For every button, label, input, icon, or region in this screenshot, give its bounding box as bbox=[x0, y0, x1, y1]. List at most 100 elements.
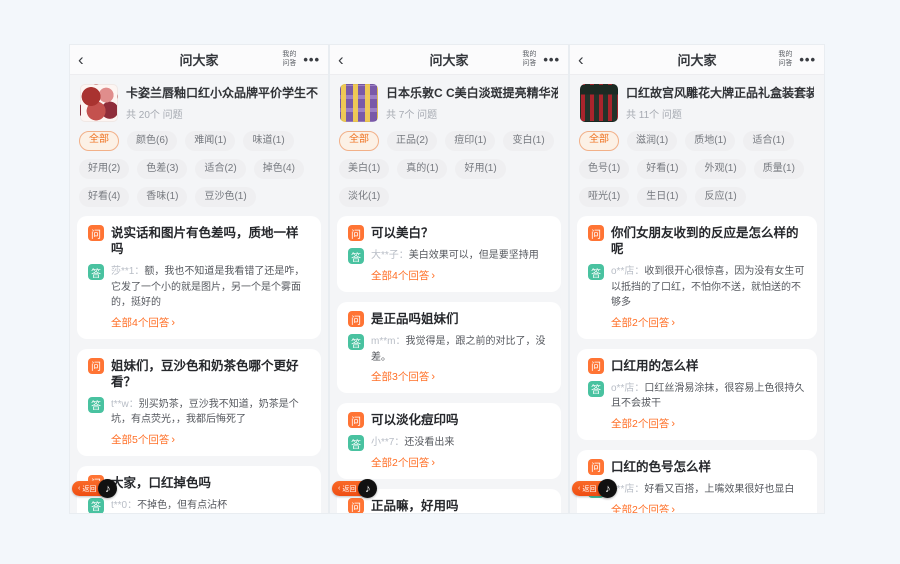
product-question-count: 共 20个 问题 bbox=[126, 106, 318, 121]
filter-tag[interactable]: 颜色(6) bbox=[127, 131, 177, 151]
filter-tag[interactable]: 哑光(1) bbox=[579, 187, 629, 207]
question-icon: 问 bbox=[88, 225, 104, 241]
filter-tag[interactable]: 生日(1) bbox=[637, 187, 687, 207]
question-card[interactable]: 问 可以淡化痘印吗 答 小**7：还没看出来 全部2个回答› bbox=[337, 403, 561, 479]
header: ‹ 问大家 我的问答 ••• bbox=[70, 45, 328, 75]
question-text: 说实话和图片有色差吗，质地一样吗 bbox=[111, 225, 310, 257]
question-card[interactable]: 问 说实话和图片有色差吗，质地一样吗 答 莎**1：额，我也不知道是我看错了还是… bbox=[77, 216, 321, 339]
qa-screen-2: ‹ 问大家 我的问答 ••• 日本乐敦C C美白淡斑提亮精华液 亮白... 共 … bbox=[330, 45, 568, 513]
chevron-right-icon: › bbox=[671, 417, 675, 431]
filter-tag[interactable]: 香味(1) bbox=[137, 187, 187, 207]
filter-tag[interactable]: 好用(1) bbox=[455, 159, 505, 179]
answer-icon: 答 bbox=[88, 264, 104, 280]
filter-tag[interactable]: 滋润(1) bbox=[627, 131, 677, 151]
my-qa-button[interactable]: 我的问答 bbox=[522, 51, 536, 69]
filter-tag-all[interactable]: 全部 bbox=[339, 131, 379, 151]
answer-text: 好看又百搭，上嘴效果很好也显白 bbox=[644, 484, 794, 495]
filter-tag-all[interactable]: 全部 bbox=[79, 131, 119, 151]
view-all-answers-link[interactable]: 全部2个回答› bbox=[611, 503, 806, 514]
view-all-answers-link[interactable]: 全部3个回答› bbox=[371, 370, 550, 384]
my-qa-button[interactable]: 我的问答 bbox=[778, 51, 792, 69]
view-all-answers-link[interactable]: 全部4个回答› bbox=[371, 269, 550, 283]
more-icon[interactable]: ••• bbox=[303, 52, 320, 67]
back-icon[interactable]: ‹ bbox=[578, 51, 584, 68]
page-title: 问大家 bbox=[179, 50, 218, 69]
question-icon: 问 bbox=[348, 498, 364, 513]
filter-tag[interactable]: 质地(1) bbox=[685, 131, 735, 151]
filter-tag[interactable]: 真的(1) bbox=[397, 159, 447, 179]
chevron-right-icon: › bbox=[171, 316, 175, 330]
question-icon: 问 bbox=[348, 225, 364, 241]
filter-tag[interactable]: 好用(2) bbox=[79, 159, 129, 179]
tiktok-return-badge[interactable]: ‹返回 ♪ bbox=[572, 479, 617, 498]
back-icon[interactable]: ‹ bbox=[78, 51, 84, 68]
product-title: 口红故宫风雕花大牌正品礼盒装套装女... bbox=[626, 84, 814, 101]
filter-tag[interactable]: 美白(1) bbox=[339, 159, 389, 179]
answer-username: t**0： bbox=[111, 500, 137, 511]
view-all-answers-link[interactable]: 全部2个回答› bbox=[371, 456, 550, 470]
question-icon: 问 bbox=[348, 311, 364, 327]
more-icon[interactable]: ••• bbox=[799, 52, 816, 67]
answer-username: 小**7： bbox=[371, 437, 404, 448]
question-card[interactable]: 问 你们女朋友收到的反应是怎么样的呢 答 o**店：收到很开心很惊喜，因为没有女… bbox=[577, 216, 817, 339]
tiktok-return-badge[interactable]: ‹返回 ♪ bbox=[332, 479, 377, 498]
question-text: 你们女朋友收到的反应是怎么样的呢 bbox=[611, 225, 806, 257]
filter-tag[interactable]: 好看(1) bbox=[637, 159, 687, 179]
filter-tag[interactable]: 外观(1) bbox=[695, 159, 745, 179]
filter-tag-all[interactable]: 全部 bbox=[579, 131, 619, 151]
filter-tag[interactable]: 质量(1) bbox=[754, 159, 804, 179]
filter-tag[interactable]: 色号(1) bbox=[579, 159, 629, 179]
answer-username: m**m： bbox=[371, 336, 405, 347]
tiktok-icon: ♪ bbox=[598, 479, 617, 498]
question-card[interactable]: 问 口红用的怎么样 答 o**店：口红丝滑易涂抹，很容易上色很持久且不会拔干 全… bbox=[577, 349, 817, 440]
filter-tag[interactable]: 痘印(1) bbox=[445, 131, 495, 151]
filter-tag[interactable]: 反应(1) bbox=[695, 187, 745, 207]
question-card[interactable]: 问 可以美白？ 答 大**子：美白效果可以，但是要坚持用 全部4个回答› bbox=[337, 216, 561, 292]
filter-tag[interactable]: 变白(1) bbox=[503, 131, 553, 151]
answer-text: 美白效果可以，但是要坚持用 bbox=[409, 250, 539, 261]
answer-username: o**店： bbox=[611, 383, 644, 394]
chevron-right-icon: › bbox=[431, 269, 435, 283]
question-text: 是正品吗姐妹们 bbox=[371, 311, 459, 327]
return-label: 返回 bbox=[82, 484, 96, 494]
product-summary[interactable]: 日本乐敦C C美白淡斑提亮精华液 亮白... 共 7个 问题 bbox=[330, 75, 568, 125]
header: ‹ 问大家 我的问答 ••• bbox=[330, 45, 568, 75]
filter-tag[interactable]: 豆沙色(1) bbox=[195, 187, 255, 207]
filter-tag[interactable]: 掉色(4) bbox=[254, 159, 304, 179]
return-label: 返回 bbox=[582, 484, 596, 494]
filter-tag[interactable]: 味道(1) bbox=[243, 131, 293, 151]
question-icon: 问 bbox=[88, 358, 104, 374]
answer-text: 不掉色，但有点沾杯 bbox=[137, 500, 227, 511]
product-summary[interactable]: 口红故宫风雕花大牌正品礼盒装套装女... 共 11个 问题 bbox=[570, 75, 824, 125]
filter-tag[interactable]: 淡化(1) bbox=[339, 187, 389, 207]
answer-username: 大**子： bbox=[371, 250, 409, 261]
filter-tag[interactable]: 色差(3) bbox=[137, 159, 187, 179]
product-thumbnail bbox=[80, 84, 118, 122]
view-all-answers-link[interactable]: 全部2个回答› bbox=[611, 417, 806, 431]
question-card[interactable]: 问 是正品吗姐妹们 答 m**m：我觉得是，跟之前的对比了，没差。 全部3个回答… bbox=[337, 302, 561, 393]
answer-text: 还没看出来 bbox=[404, 437, 454, 448]
product-question-count: 共 7个 问题 bbox=[386, 106, 558, 121]
filter-tag[interactable]: 正品(2) bbox=[387, 131, 437, 151]
question-text: 可以淡化痘印吗 bbox=[371, 412, 459, 428]
filter-tag[interactable]: 适合(1) bbox=[743, 131, 793, 151]
chevron-right-icon: › bbox=[431, 370, 435, 384]
filter-tag[interactable]: 好看(4) bbox=[79, 187, 129, 207]
more-icon[interactable]: ••• bbox=[543, 52, 560, 67]
view-all-answers-link[interactable]: 全部2个回答› bbox=[611, 316, 806, 330]
product-title: 卡姿兰唇釉口红小众品牌平价学生不掉... bbox=[126, 84, 318, 101]
filter-tags: 全部 正品(2) 痘印(1) 变白(1) 美白(1) 真的(1) 好用(1) 淡… bbox=[330, 125, 568, 216]
answer-username: t**w： bbox=[111, 399, 139, 410]
back-chevron-icon: ‹ bbox=[338, 485, 340, 492]
view-all-answers-link[interactable]: 全部4个回答› bbox=[111, 316, 310, 330]
back-icon[interactable]: ‹ bbox=[338, 51, 344, 68]
tiktok-return-badge[interactable]: ‹返回 ♪ bbox=[72, 479, 117, 498]
my-qa-button[interactable]: 我的问答 bbox=[282, 51, 296, 69]
filter-tag[interactable]: 适合(2) bbox=[195, 159, 245, 179]
chevron-right-icon: › bbox=[671, 503, 675, 514]
answer-icon: 答 bbox=[348, 334, 364, 350]
question-card[interactable]: 问 姐妹们，豆沙色和奶茶色哪个更好看？ 答 t**w：别买奶茶，豆沙我不知道，奶… bbox=[77, 349, 321, 456]
filter-tag[interactable]: 难闻(1) bbox=[185, 131, 235, 151]
view-all-answers-link[interactable]: 全部5个回答› bbox=[111, 433, 310, 447]
product-summary[interactable]: 卡姿兰唇釉口红小众品牌平价学生不掉... 共 20个 问题 bbox=[70, 75, 328, 125]
